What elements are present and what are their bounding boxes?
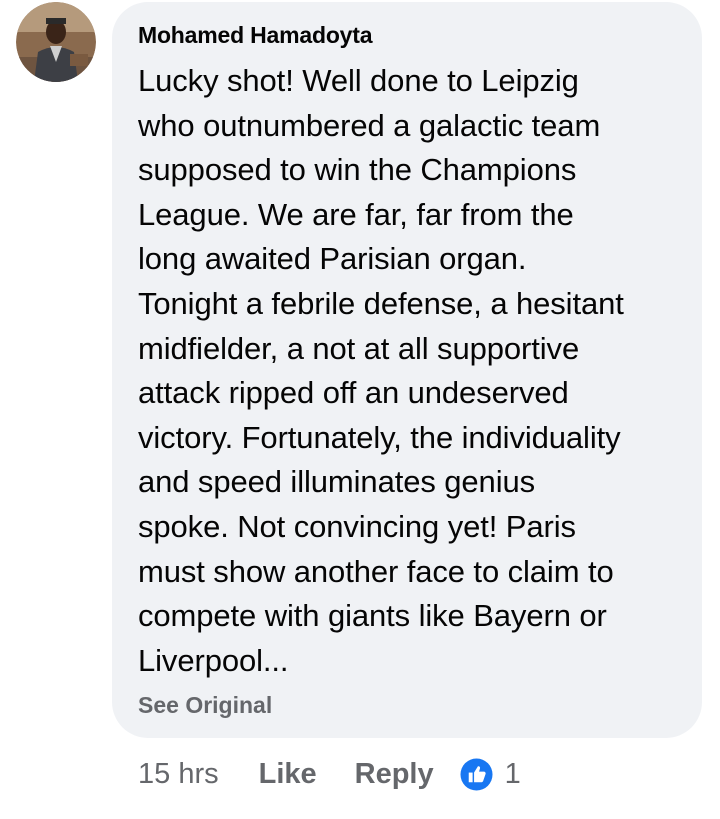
comment-author[interactable]: Mohamed Hamadoyta — [138, 20, 682, 50]
comment-text-line: must show another face to claim to — [138, 553, 614, 589]
like-button[interactable]: Like — [259, 758, 317, 791]
see-original-link[interactable]: See Original — [138, 692, 272, 719]
reaction-count: 1 — [504, 757, 521, 790]
avatar-photo — [16, 2, 96, 82]
comment-text-line: who outnumbered a galactic team — [138, 107, 601, 143]
comment-text-line: spoke. Not convincing yet! Paris — [138, 508, 576, 544]
comment-bubble: Mohamed Hamadoyta Lucky shot! Well done … — [112, 2, 702, 738]
comment-text-line: attack ripped off an undeserved — [138, 375, 569, 411]
comment-text-line: League. We are far, far from the — [138, 196, 574, 232]
comment-text-line: Lucky shot! Well done to Leipzig — [138, 63, 579, 98]
like-thumb-icon — [460, 757, 493, 791]
comment-text-line: Liverpool... — [138, 642, 289, 678]
comment-text-line: victory. Fortunately, the individuality — [138, 419, 621, 455]
avatar[interactable] — [16, 2, 96, 82]
comment-actions: 15 hrs Like Reply 1 — [138, 754, 521, 794]
comment-text-line: and speed illuminates genius — [138, 464, 536, 500]
comment-text: Lucky shot! Well done to Leipzig who outn… — [138, 59, 682, 683]
comment-text-line: supposed to win the Champions — [138, 152, 577, 188]
reaction-summary[interactable]: 1 — [460, 758, 521, 791]
comment-text-line: compete with giants like Bayern or — [138, 598, 607, 634]
comment-text-line: long awaited Parisian organ. — [138, 241, 527, 277]
comment-timestamp[interactable]: 15 hrs — [138, 758, 219, 791]
comment-text-line: Tonight a febrile defense, a hesitant — [138, 285, 624, 321]
reply-button[interactable]: Reply — [355, 758, 434, 791]
comment-container: Mohamed Hamadoyta Lucky shot! Well done … — [0, 0, 720, 819]
comment-text-line: midfielder, a not at all supportive — [138, 330, 580, 366]
